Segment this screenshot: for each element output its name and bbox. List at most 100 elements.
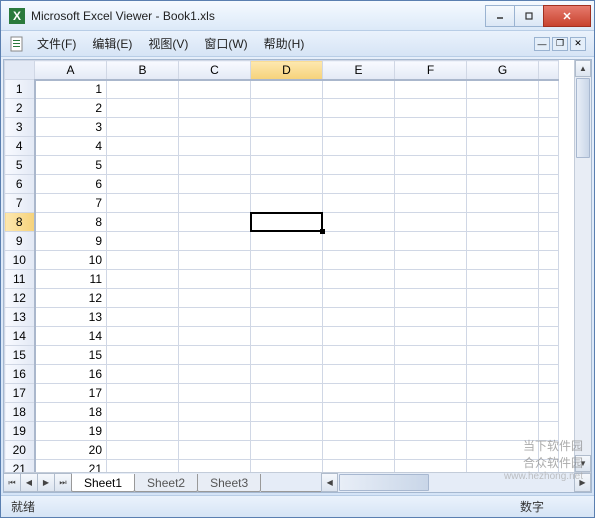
cell-D7[interactable] — [251, 194, 323, 213]
menu-view[interactable]: 视图(V) — [140, 32, 196, 55]
cell-D8[interactable] — [251, 213, 323, 232]
cell-E5[interactable] — [323, 156, 395, 175]
cell-extra-6[interactable] — [539, 175, 559, 194]
sheet-tab-sheet3[interactable]: Sheet3 — [197, 474, 261, 492]
cell-G4[interactable] — [467, 137, 539, 156]
cell-C19[interactable] — [179, 422, 251, 441]
row-header-9[interactable]: 9 — [5, 232, 35, 251]
cell-A4[interactable]: 4 — [35, 137, 107, 156]
cell-F1[interactable] — [395, 80, 467, 99]
cell-B11[interactable] — [107, 270, 179, 289]
row-header-3[interactable]: 3 — [5, 118, 35, 137]
cell-D18[interactable] — [251, 403, 323, 422]
cell-D11[interactable] — [251, 270, 323, 289]
cell-B1[interactable] — [107, 80, 179, 99]
cell-C8[interactable] — [179, 213, 251, 232]
cell-E13[interactable] — [323, 308, 395, 327]
sheet-tab-sheet2[interactable]: Sheet2 — [134, 474, 198, 492]
cell-F5[interactable] — [395, 156, 467, 175]
hscroll-thumb[interactable] — [339, 474, 429, 491]
row-header-5[interactable]: 5 — [5, 156, 35, 175]
row-header-6[interactable]: 6 — [5, 175, 35, 194]
cell-E6[interactable] — [323, 175, 395, 194]
row-header-18[interactable]: 18 — [5, 403, 35, 422]
menu-window[interactable]: 窗口(W) — [196, 32, 255, 55]
cell-extra-9[interactable] — [539, 232, 559, 251]
spreadsheet-grid[interactable]: ABCDEFG112233445566778899101011111212131… — [4, 60, 574, 472]
cell-A2[interactable]: 2 — [35, 99, 107, 118]
cell-F13[interactable] — [395, 308, 467, 327]
cell-A1[interactable]: 1 — [35, 80, 107, 99]
cell-extra-18[interactable] — [539, 403, 559, 422]
cell-E14[interactable] — [323, 327, 395, 346]
cell-G1[interactable] — [467, 80, 539, 99]
cell-F8[interactable] — [395, 213, 467, 232]
cell-C7[interactable] — [179, 194, 251, 213]
cell-D16[interactable] — [251, 365, 323, 384]
tab-nav-last-button[interactable]: ⏭ — [54, 473, 72, 492]
cell-F9[interactable] — [395, 232, 467, 251]
cell-B18[interactable] — [107, 403, 179, 422]
cell-G14[interactable] — [467, 327, 539, 346]
row-header-17[interactable]: 17 — [5, 384, 35, 403]
cell-C3[interactable] — [179, 118, 251, 137]
cell-F4[interactable] — [395, 137, 467, 156]
row-header-1[interactable]: 1 — [5, 80, 35, 99]
cell-F19[interactable] — [395, 422, 467, 441]
cell-D21[interactable] — [251, 460, 323, 473]
cell-G8[interactable] — [467, 213, 539, 232]
cell-B19[interactable] — [107, 422, 179, 441]
cell-B21[interactable] — [107, 460, 179, 473]
cell-D15[interactable] — [251, 346, 323, 365]
scroll-left-button[interactable]: ◀ — [321, 473, 338, 492]
cell-A15[interactable]: 15 — [35, 346, 107, 365]
cell-E7[interactable] — [323, 194, 395, 213]
cell-F21[interactable] — [395, 460, 467, 473]
cell-G17[interactable] — [467, 384, 539, 403]
cell-A6[interactable]: 6 — [35, 175, 107, 194]
cell-B7[interactable] — [107, 194, 179, 213]
cell-C18[interactable] — [179, 403, 251, 422]
row-header-8[interactable]: 8 — [5, 213, 35, 232]
cell-extra-12[interactable] — [539, 289, 559, 308]
row-header-2[interactable]: 2 — [5, 99, 35, 118]
cell-G16[interactable] — [467, 365, 539, 384]
cell-extra-21[interactable] — [539, 460, 559, 473]
col-header-extra[interactable] — [539, 61, 559, 80]
cell-G3[interactable] — [467, 118, 539, 137]
cell-F16[interactable] — [395, 365, 467, 384]
row-header-19[interactable]: 19 — [5, 422, 35, 441]
cell-B13[interactable] — [107, 308, 179, 327]
cell-extra-15[interactable] — [539, 346, 559, 365]
cell-E12[interactable] — [323, 289, 395, 308]
col-header-C[interactable]: C — [179, 61, 251, 80]
cell-D1[interactable] — [251, 80, 323, 99]
cell-A8[interactable]: 8 — [35, 213, 107, 232]
cell-D12[interactable] — [251, 289, 323, 308]
scroll-down-button[interactable]: ▼ — [575, 455, 591, 472]
titlebar[interactable]: X Microsoft Excel Viewer - Book1.xls — [1, 1, 594, 31]
cell-A13[interactable]: 13 — [35, 308, 107, 327]
cell-C4[interactable] — [179, 137, 251, 156]
cell-C5[interactable] — [179, 156, 251, 175]
cell-G18[interactable] — [467, 403, 539, 422]
cell-A9[interactable]: 9 — [35, 232, 107, 251]
cell-extra-10[interactable] — [539, 251, 559, 270]
vertical-scrollbar[interactable]: ▲ ▼ — [574, 60, 591, 472]
cell-D14[interactable] — [251, 327, 323, 346]
cell-G13[interactable] — [467, 308, 539, 327]
cell-C10[interactable] — [179, 251, 251, 270]
cell-extra-19[interactable] — [539, 422, 559, 441]
cell-F17[interactable] — [395, 384, 467, 403]
cell-A18[interactable]: 18 — [35, 403, 107, 422]
cell-F7[interactable] — [395, 194, 467, 213]
cell-B15[interactable] — [107, 346, 179, 365]
cell-F3[interactable] — [395, 118, 467, 137]
close-button[interactable] — [543, 5, 591, 27]
cell-extra-16[interactable] — [539, 365, 559, 384]
cell-A16[interactable]: 16 — [35, 365, 107, 384]
cell-B12[interactable] — [107, 289, 179, 308]
cell-G6[interactable] — [467, 175, 539, 194]
row-header-7[interactable]: 7 — [5, 194, 35, 213]
cell-B14[interactable] — [107, 327, 179, 346]
